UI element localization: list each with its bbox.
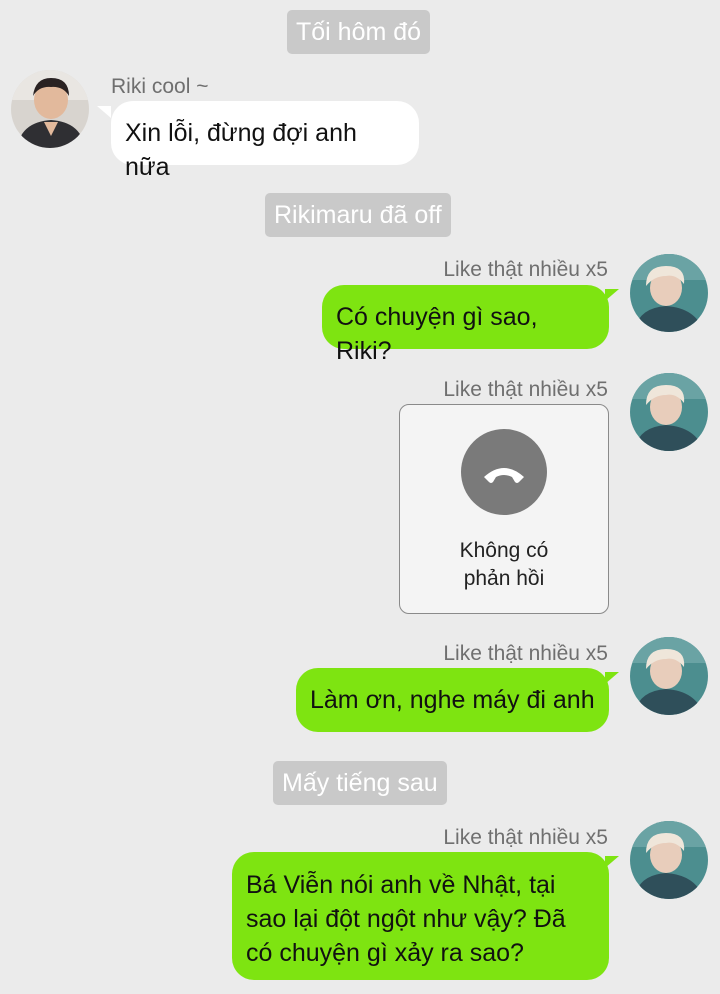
missed-call-card[interactable]: Không có phản hồi [399, 404, 609, 614]
sender-name: Like thật nhiều x5 [443, 258, 608, 281]
sender-name: Riki cool ~ [111, 75, 209, 98]
sender-name: Like thật nhiều x5 [443, 378, 608, 401]
call-status-line: Không có [459, 539, 549, 562]
call-status-line: phản hồi [463, 567, 545, 590]
user-avatar[interactable] [630, 637, 708, 715]
timeline-divider: Rikimaru đã off [265, 193, 451, 237]
sender-name: Like thật nhiều x5 [443, 826, 608, 849]
message-bubble[interactable]: Làm ơn, nghe máy đi anh [296, 668, 609, 732]
bubble-tail [605, 289, 619, 301]
timeline-divider: Mấy tiếng sau [273, 761, 447, 805]
bubble-tail [97, 106, 111, 118]
bubble-tail [605, 672, 619, 684]
message-bubble[interactable]: Bá Viễn nói anh về Nhật, tại sao lại đột… [232, 852, 609, 980]
message-text-line: sao lại đột ngột như vậy? Đã [246, 905, 566, 933]
message-text: Xin lỗi, đừng đợi anh nữa [125, 119, 357, 181]
user-avatar[interactable] [630, 373, 708, 451]
message-text-line: Bá Viễn nói anh về Nhật, tại [246, 871, 556, 899]
user-avatar[interactable] [630, 254, 708, 332]
contact-avatar[interactable] [11, 70, 89, 148]
hang-up-phone-icon [461, 429, 547, 515]
call-status: Không có phản hồi [400, 537, 608, 593]
message-text: Có chuyện gì sao, Riki? [336, 303, 538, 365]
timeline-divider: Tối hôm đó [287, 10, 431, 54]
user-avatar[interactable] [630, 821, 708, 899]
message-text: Làm ơn, nghe máy đi anh [310, 686, 595, 714]
bubble-tail [605, 856, 619, 868]
sender-name: Like thật nhiều x5 [443, 642, 608, 665]
message-bubble[interactable]: Xin lỗi, đừng đợi anh nữa [111, 101, 419, 181]
message-text-line: có chuyện gì xảy ra sao? [246, 939, 524, 967]
message-bubble[interactable]: Có chuyện gì sao, Riki? [322, 285, 609, 365]
